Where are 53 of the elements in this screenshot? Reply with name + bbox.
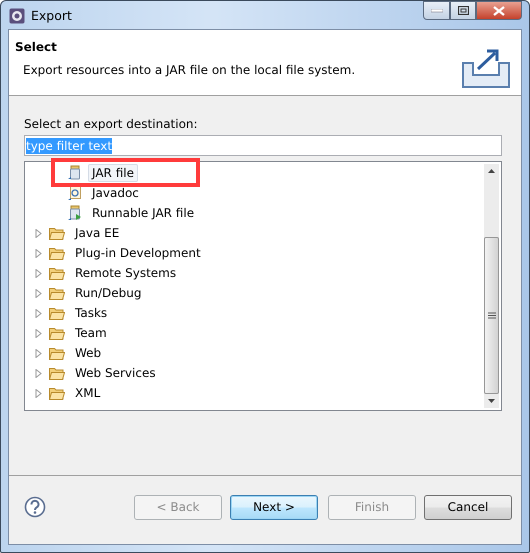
dialog-button[interactable]: Next > xyxy=(230,494,318,520)
expand-icon[interactable] xyxy=(35,308,42,318)
tree-item[interactable]: JAR file xyxy=(88,164,138,182)
expand-icon[interactable] xyxy=(35,368,42,378)
page-title: Select xyxy=(15,40,58,54)
tree-item[interactable]: Javadoc xyxy=(88,184,143,202)
runnable-jar-icon xyxy=(68,205,82,221)
folder-icon xyxy=(49,286,65,300)
scrollbar[interactable] xyxy=(484,164,499,408)
help-icon[interactable] xyxy=(24,496,46,518)
scrollbar-thumb[interactable] xyxy=(484,237,499,394)
close-icon xyxy=(493,6,505,16)
expand-icon[interactable] xyxy=(35,328,42,338)
tree-item[interactable]: Remote Systems xyxy=(71,264,180,282)
expand-icon[interactable] xyxy=(35,348,42,358)
folder-icon xyxy=(49,366,65,380)
minimize-icon xyxy=(430,8,442,12)
tree-item[interactable]: XML xyxy=(71,384,104,402)
expand-icon[interactable] xyxy=(35,268,42,278)
tree-item[interactable]: Web xyxy=(71,344,106,362)
expand-icon[interactable] xyxy=(35,288,42,298)
folder-icon xyxy=(49,326,65,340)
window-title: Export xyxy=(31,8,72,23)
folder-icon xyxy=(49,346,65,360)
javadoc-icon xyxy=(68,185,82,201)
folder-icon xyxy=(49,386,65,400)
tree-item[interactable]: Run/Debug xyxy=(71,284,146,302)
export-icon xyxy=(461,47,511,89)
folder-icon xyxy=(49,246,65,260)
tree-item[interactable]: Plug-in Development xyxy=(71,244,205,262)
folder-icon xyxy=(49,306,65,320)
tree-item[interactable]: Web Services xyxy=(71,364,160,382)
scroll-up-icon[interactable] xyxy=(488,169,495,173)
tree-item[interactable]: Runnable JAR file xyxy=(88,204,198,222)
tree-item[interactable]: Team xyxy=(71,324,111,342)
minimize-button[interactable] xyxy=(423,1,450,20)
folder-icon xyxy=(49,226,65,240)
expand-icon[interactable] xyxy=(35,248,42,258)
maximize-icon xyxy=(458,6,468,15)
page-description: Export resources into a JAR file on the local file system. xyxy=(23,63,356,77)
maximize-button[interactable] xyxy=(450,1,476,20)
jar-icon xyxy=(68,165,82,181)
tree-item[interactable]: Tasks xyxy=(71,304,112,322)
expand-icon[interactable] xyxy=(35,228,42,238)
destination-label: Select an export destination: xyxy=(24,117,199,131)
expand-icon[interactable] xyxy=(35,388,42,398)
grip-icon xyxy=(488,312,496,319)
tree-item[interactable]: Java EE xyxy=(71,224,124,242)
close-button[interactable] xyxy=(476,1,522,20)
gear-icon xyxy=(9,8,25,24)
folder-icon xyxy=(49,266,65,280)
scroll-down-icon[interactable] xyxy=(488,399,495,403)
dialog-button[interactable]: Cancel xyxy=(424,494,512,520)
